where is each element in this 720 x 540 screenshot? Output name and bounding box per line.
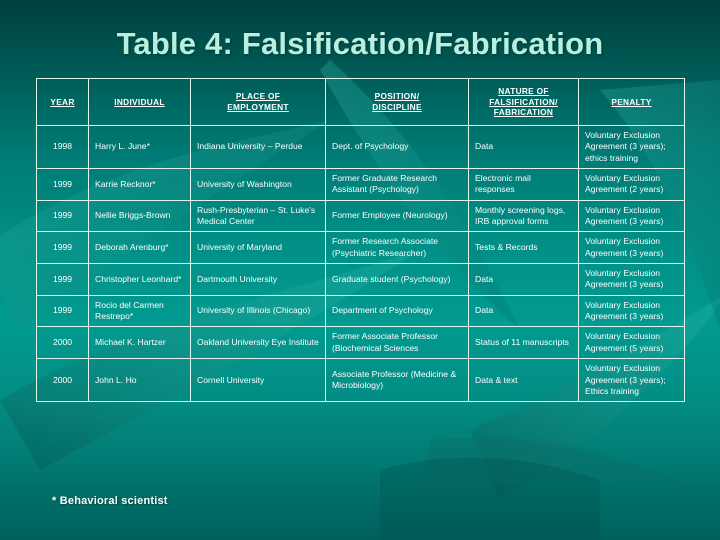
cell-position: Dept. of Psychology (325, 124, 469, 170)
cell-position: Former Graduate Research Assistant (Psyc… (325, 168, 469, 201)
cell-place: University of Illinois (Chicago) (190, 294, 326, 328)
cell-nature: Data (468, 294, 579, 328)
cell-penalty: Voluntary Exclusion Agreement (3 years) (578, 294, 685, 328)
column-header-place-line-2: EMPLOYMENT (227, 102, 289, 112)
cell-year: 2000 (36, 326, 89, 360)
cell-nature: Tests & Records (468, 231, 579, 265)
column-header-nature-line-3: FABRICATION (493, 107, 554, 118)
cell-penalty: Voluntary Exclusion Agreement (3 years);… (578, 358, 685, 403)
cell-place: University of Washington (190, 168, 326, 201)
cell-individual: Nellie Briggs-Brown (88, 199, 191, 233)
column-header-place-of-employment: PLACE OF EMPLOYMENT (190, 78, 326, 126)
column-header-year: YEAR (36, 78, 89, 126)
column-header-position-line-1: POSITION/ (374, 91, 420, 102)
cell-nature: Monthly screening logs, IRB approval for… (468, 199, 579, 233)
cell-place: Dartmouth University (190, 263, 326, 296)
cell-individual: Harry L. June* (88, 124, 191, 170)
cell-year: 1999 (36, 263, 89, 296)
column-header-nature: NATURE OF FALSIFICATION/ FABRICATION (468, 78, 579, 126)
deco-fan-bottom (420, 437, 700, 500)
column-header-individual: INDIVIDUAL (88, 78, 191, 126)
cell-year: 1998 (36, 124, 89, 170)
cell-individual: Michael K. Hartzer (88, 326, 191, 360)
cell-place: University of Maryland (190, 231, 326, 265)
cell-year: 2000 (36, 358, 89, 403)
table-row: 1999 Christopher Leonhard* Dartmouth Uni… (36, 263, 685, 296)
falsification-table: YEAR INDIVIDUAL PLACE OF EMPLOYMENT POSI… (36, 78, 685, 403)
cell-penalty: Voluntary Exclusion Agreement (3 years) (578, 231, 685, 265)
cell-place: Rush-Presbyterian – St. Luke's Medical C… (190, 199, 326, 233)
cell-nature: Data (468, 263, 579, 296)
cell-position: Department of Psychology (325, 294, 469, 328)
table-row: 1999 Nellie Briggs-Brown Rush-Presbyteri… (36, 199, 685, 233)
table-row: 2000 Michael K. Hartzer Oakland Universi… (36, 326, 685, 360)
column-header-individual-line-1: INDIVIDUAL (114, 96, 165, 107)
column-header-nature-line-1: NATURE OF (498, 85, 549, 96)
cell-position: Associate Professor (Medicine & Microbio… (325, 358, 469, 403)
cell-position: Former Employee (Neurology) (325, 199, 469, 233)
cell-position: Former Research Associate (Psychiatric R… (325, 231, 469, 265)
slide-canvas: Table 4: Falsification/Fabrication YEAR … (0, 0, 720, 540)
column-header-penalty-line-1: PENALTY (611, 96, 652, 107)
cell-nature: Electronic mail responses (468, 168, 579, 201)
column-header-position-line-2: DISCIPLINE (372, 102, 422, 112)
table-row: 1998 Harry L. June* Indiana University –… (36, 124, 685, 170)
table-row: 2000 John L. Ho Cornell University Assoc… (36, 358, 685, 403)
deco-base-shadow (380, 457, 600, 540)
table-row: 1999 Deborah Arenburg* University of Mar… (36, 231, 685, 265)
column-header-penalty: PENALTY (578, 78, 685, 126)
cell-nature: Data & text (468, 358, 579, 403)
table-row: 1999 Rocio del Carmen Restrepo* Universi… (36, 294, 685, 328)
cell-individual: Karrie Recknor* (88, 168, 191, 201)
cell-year: 1999 (36, 294, 89, 328)
column-header-place-line-1: PLACE OF (235, 91, 281, 102)
footnote: * Behavioral scientist (52, 495, 168, 507)
column-header-nature-line-2: FALSIFICATION/ (489, 96, 558, 107)
cell-penalty: Voluntary Exclusion Agreement (2 years) (578, 168, 685, 201)
page-title: Table 4: Falsification/Fabrication (116, 26, 604, 61)
cell-individual: Deborah Arenburg* (88, 231, 191, 265)
cell-nature: Data (468, 124, 579, 170)
cell-place: Cornell University (190, 358, 326, 403)
cell-place: Oakland University Eye Institute (190, 326, 326, 360)
cell-penalty: Voluntary Exclusion Agreement (3 years) (578, 263, 685, 296)
cell-year: 1999 (36, 168, 89, 201)
cell-penalty: Voluntary Exclusion Agreement (3 years) (578, 199, 685, 233)
column-header-position-discipline: POSITION/ DISCIPLINE (325, 78, 469, 126)
table-container: YEAR INDIVIDUAL PLACE OF EMPLOYMENT POSI… (36, 78, 685, 403)
cell-penalty: Voluntary Exclusion Agreement (3 years);… (578, 124, 685, 170)
cell-position: Former Associate Professor (Biochemical … (325, 326, 469, 360)
cell-individual: Christopher Leonhard* (88, 263, 191, 296)
cell-individual: Rocio del Carmen Restrepo* (88, 294, 191, 328)
cell-place: Indiana University – Perdue (190, 124, 326, 170)
cell-position: Graduate student (Psychology) (325, 263, 469, 296)
table-row: 1999 Karrie Recknor* University of Washi… (36, 168, 685, 201)
cell-year: 1999 (36, 199, 89, 233)
cell-penalty: Voluntary Exclusion Agreement (5 years) (578, 326, 685, 360)
column-header-year-line-1: YEAR (50, 96, 75, 107)
cell-nature: Status of 11 manuscripts (468, 326, 579, 360)
cell-year: 1999 (36, 231, 89, 265)
table-header-row: YEAR INDIVIDUAL PLACE OF EMPLOYMENT POSI… (36, 78, 685, 126)
cell-individual: John L. Ho (88, 358, 191, 403)
